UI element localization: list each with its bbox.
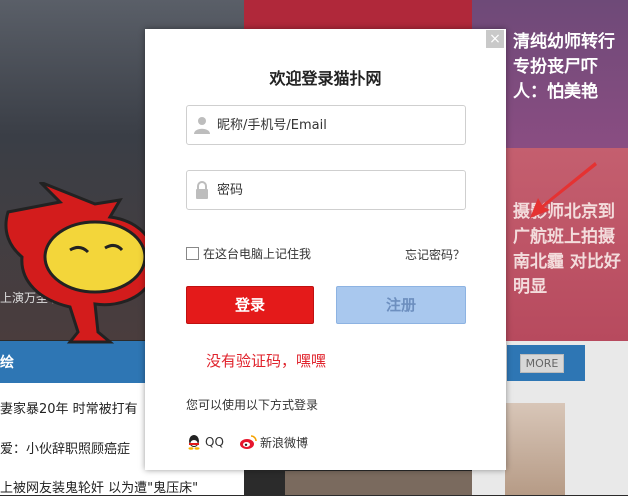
remember-me[interactable]: 在这台电脑上记住我 (186, 245, 311, 262)
red-arrow-icon (530, 162, 597, 218)
qq-label[interactable]: QQ (205, 435, 224, 449)
captcha-notice: 没有验证码，嘿嘿 (206, 352, 327, 370)
weibo-login-link[interactable]: 新浪微博 (240, 434, 308, 451)
list-item[interactable]: 上被网友装鬼轮奸 以为遭"鬼压床" (0, 477, 198, 496)
qq-icon (188, 435, 200, 450)
weibo-icon (240, 435, 257, 449)
headline-right-top[interactable]: 清纯幼师转行专扮丧尸吓人：怕美艳 (513, 30, 628, 105)
username-field[interactable] (186, 105, 466, 145)
login-button[interactable]: 登录 (186, 286, 314, 324)
background-photo-center[interactable] (244, 0, 472, 30)
user-icon (194, 117, 210, 134)
password-input[interactable] (217, 171, 457, 209)
remember-checkbox[interactable] (186, 247, 199, 260)
background-photo-center-bottom[interactable] (285, 471, 472, 495)
register-button[interactable]: 注册 (336, 286, 466, 324)
alt-login-label: 您可以使用以下方式登录 (186, 398, 319, 412)
section-label: 绘 (0, 355, 14, 371)
qq-login-link[interactable]: QQ (186, 434, 224, 450)
lock-icon (196, 181, 208, 199)
username-input[interactable] (217, 106, 457, 144)
close-icon[interactable]: × (486, 30, 504, 48)
modal-title: 欢迎登录猫扑网 (269, 69, 382, 88)
list-item[interactable]: 爱：小伙辞职照顾癌症 (0, 438, 130, 457)
thumbnail-photo[interactable] (505, 403, 565, 495)
password-field[interactable] (186, 170, 466, 210)
more-button[interactable]: MORE (520, 354, 564, 373)
remember-label[interactable]: 在这台电脑上记住我 (203, 245, 311, 262)
forgot-password-link[interactable]: 忘记密码？ (405, 246, 465, 263)
list-item[interactable]: 妻家暴20年 时常被打有 (0, 398, 138, 417)
weibo-label[interactable]: 新浪微博 (260, 434, 308, 451)
login-modal: 欢迎登录猫扑网 在这台电脑上记住我 忘记密码？ 登录 注册 没有验证码，嘿嘿 您… (145, 29, 506, 470)
